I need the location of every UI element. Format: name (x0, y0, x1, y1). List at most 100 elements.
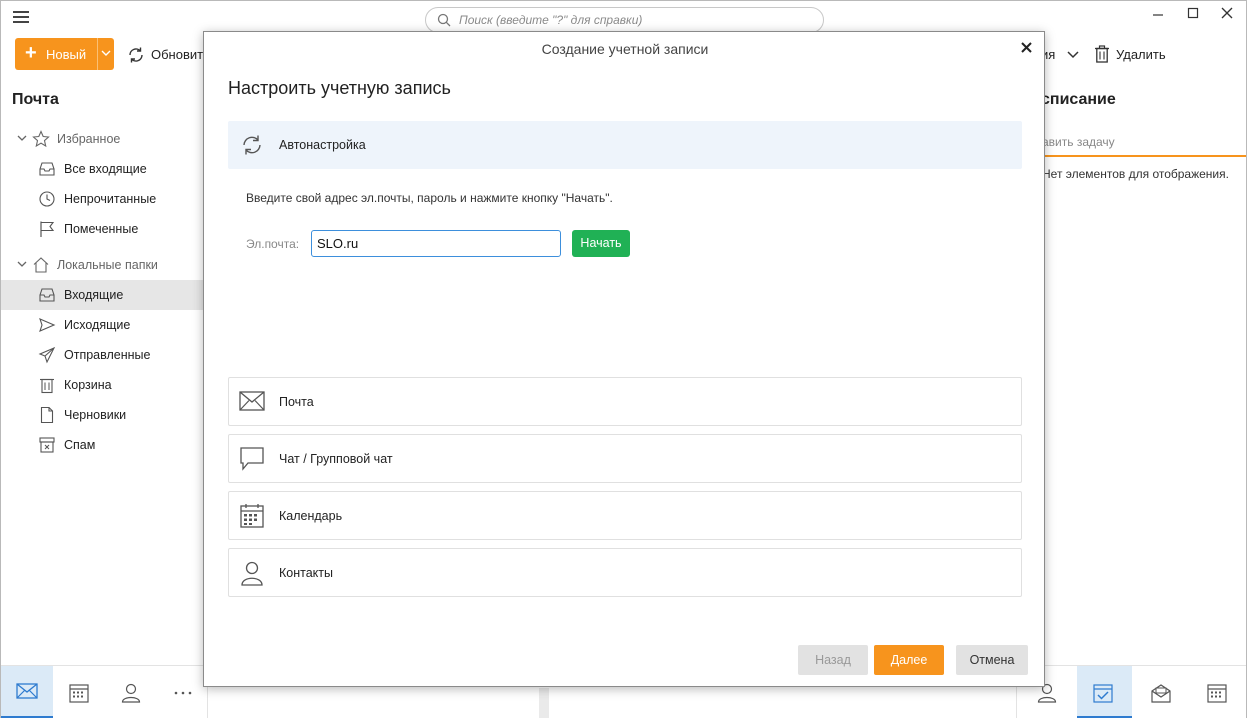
folder-label: Черновики (64, 408, 127, 422)
search-box[interactable] (425, 7, 824, 33)
refresh-icon (129, 47, 143, 63)
create-account-dialog: Создание учетной записи Настроить учетну… (203, 31, 1045, 687)
folder-inbox[interactable]: Входящие (1, 280, 207, 310)
panel-title: Почта (12, 91, 59, 108)
maximize-button[interactable] (1181, 7, 1205, 27)
auto-setup-section[interactable]: Автонастройка (228, 121, 1022, 169)
instructions-text: Введите свой адрес эл.почты, пароль и на… (246, 191, 613, 205)
folder-label: Корзина (64, 378, 112, 392)
envelope-icon (239, 391, 265, 411)
account-type-label: Почта (279, 395, 314, 409)
back-button[interactable]: Назад (798, 645, 868, 675)
trash-icon (40, 378, 54, 394)
chevron-down-icon[interactable] (1067, 47, 1079, 61)
nav-mail[interactable] (1, 666, 53, 718)
chat-bubble-icon (240, 447, 264, 471)
email-label: Эл.почта: (246, 237, 300, 251)
start-button[interactable]: Начать (572, 230, 630, 257)
draft-icon (40, 406, 54, 424)
close-icon[interactable] (1018, 39, 1036, 57)
folder-panel: Почта Избранное Все входящие Непрочитанн… (1, 75, 207, 665)
folder-spam[interactable]: Спам (1, 430, 207, 460)
refresh-icon (243, 135, 261, 155)
folder-sent[interactable]: Отправленные (1, 340, 207, 370)
envelope-open-icon (1151, 684, 1171, 703)
delete-button[interactable]: Удалить (1094, 45, 1166, 65)
empty-message: Нет элементов для отображения. (1042, 167, 1229, 181)
folder-outbox[interactable]: Исходящие (1, 310, 207, 340)
divider (1016, 684, 1017, 718)
sent-icon (38, 346, 56, 364)
folder-label: Помеченные (64, 222, 139, 236)
star-icon (32, 130, 50, 148)
chevron-down-icon[interactable] (17, 259, 27, 269)
divider (539, 688, 549, 718)
app-window: + Новый Обновить ия Удалить Почта Избран… (0, 0, 1247, 718)
folder-label: Спам (64, 438, 96, 452)
account-type-calendar[interactable]: Календарь (228, 491, 1022, 540)
outbox-icon (39, 318, 56, 332)
inbox-stack-icon (39, 162, 55, 176)
person-icon (241, 561, 263, 586)
chevron-down-icon[interactable] (17, 133, 27, 143)
folder-flagged[interactable]: Помеченные (1, 214, 207, 244)
inbox-icon (39, 288, 55, 302)
panel-title: списание (1041, 91, 1116, 108)
task-check-icon (1093, 684, 1113, 703)
delete-label: Удалить (1116, 47, 1166, 62)
nav-calendar-right[interactable] (1191, 666, 1243, 718)
spam-icon (39, 437, 55, 453)
auto-setup-label: Автонастройка (279, 138, 366, 152)
nav-tasks[interactable] (1077, 666, 1132, 718)
plus-icon: + (25, 42, 37, 64)
menu-icon[interactable] (13, 11, 29, 25)
clock-icon (39, 191, 55, 207)
divider (1023, 155, 1246, 157)
favorites-label: Избранное (57, 132, 121, 146)
folder-trash[interactable]: Корзина (1, 370, 207, 400)
account-type-contacts[interactable]: Контакты (228, 548, 1022, 597)
email-field[interactable] (311, 230, 561, 257)
calendar-icon (1207, 684, 1227, 703)
new-button-label: Новый (46, 47, 87, 62)
flag-icon (40, 221, 55, 237)
tasks-panel: списание авить задачу Нет элементов для … (1023, 75, 1246, 665)
new-button[interactable]: + Новый (15, 38, 114, 70)
divider (207, 684, 208, 718)
folder-drafts[interactable]: Черновики (1, 400, 207, 430)
dialog-heading: Настроить учетную запись (228, 78, 451, 98)
account-type-label: Календарь (279, 509, 343, 523)
folder-label: Непрочитанные (64, 192, 157, 206)
search-icon (437, 13, 451, 27)
next-button[interactable]: Далее (874, 645, 944, 675)
folder-unread[interactable]: Непрочитанные (1, 184, 207, 214)
person-icon (121, 683, 141, 703)
local-folders-label: Локальные папки (57, 258, 158, 272)
dialog-title: Создание учетной записи (541, 41, 709, 57)
folder-label: Все входящие (64, 162, 147, 176)
nav-mail-open[interactable] (1135, 666, 1187, 718)
calendar-icon (240, 504, 264, 528)
envelope-icon (16, 683, 38, 699)
folder-label: Исходящие (64, 318, 131, 332)
search-input[interactable] (459, 11, 809, 29)
add-task-input[interactable]: авить задачу (1042, 135, 1115, 149)
account-type-label: Контакты (279, 566, 333, 580)
nav-contacts[interactable] (105, 666, 157, 718)
split-divider (97, 38, 98, 70)
close-window-button[interactable] (1215, 7, 1239, 27)
account-type-mail[interactable]: Почта (228, 377, 1022, 426)
account-type-chat[interactable]: Чат / Групповой чат (228, 434, 1022, 483)
chevron-down-icon[interactable] (101, 46, 111, 60)
nav-more[interactable] (157, 666, 209, 718)
minimize-button[interactable] (1146, 7, 1170, 27)
nav-calendar[interactable] (53, 666, 105, 718)
trash-icon (1095, 45, 1109, 63)
more-icon (174, 691, 192, 695)
cancel-button[interactable]: Отмена (956, 645, 1028, 675)
local-folders-group[interactable]: Локальные папки (1, 250, 207, 280)
favorites-group[interactable]: Избранное (1, 124, 207, 154)
home-icon (33, 257, 49, 273)
calendar-icon (69, 684, 89, 703)
folder-all-inbox[interactable]: Все входящие (1, 154, 207, 184)
